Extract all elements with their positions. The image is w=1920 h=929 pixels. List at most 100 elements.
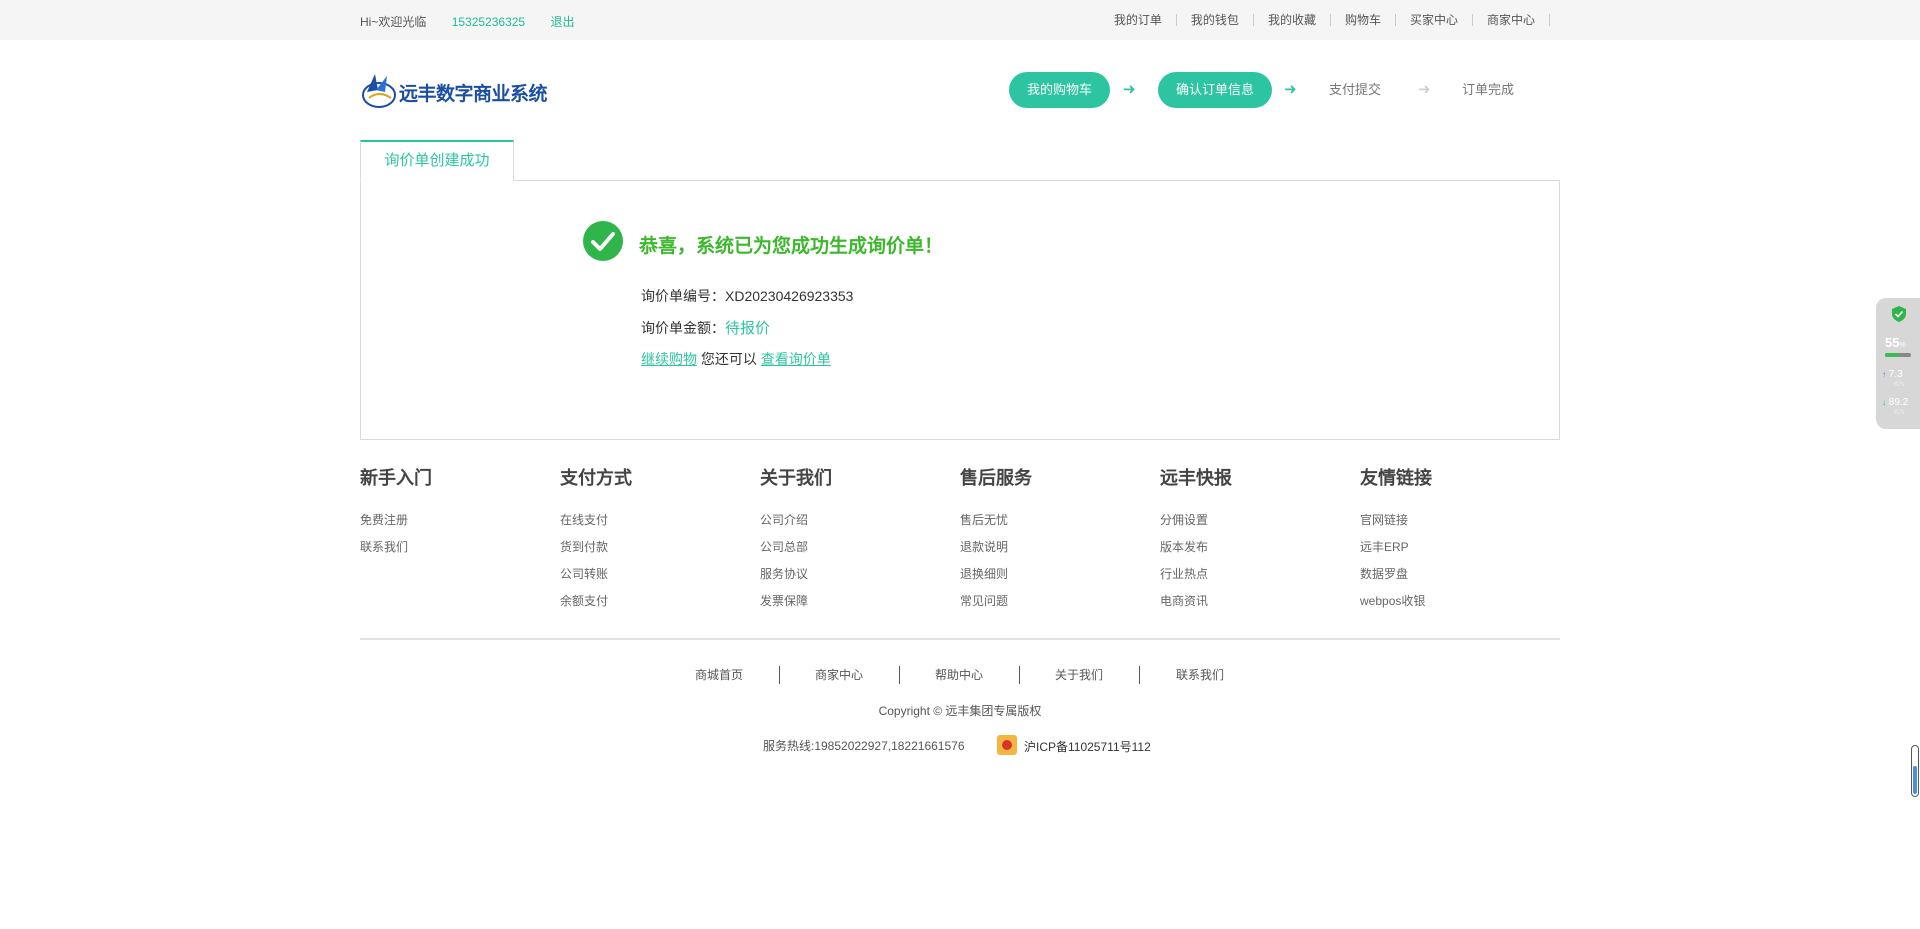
inquiry-amount-row: 询价单金额：待报价 xyxy=(641,317,770,338)
shield-icon xyxy=(1892,306,1906,322)
police-badge-icon xyxy=(997,735,1017,755)
footer-column-title: 远丰快报 xyxy=(1160,468,1232,488)
memory-bar xyxy=(1885,353,1911,357)
download-speed-value: 89.2 xyxy=(1888,397,1909,408)
footer-link[interactable]: 电商资讯 xyxy=(1160,592,1208,609)
footer-link[interactable]: 货到付款 xyxy=(560,538,608,555)
footer-column-payment: 支付方式 在线支付 货到付款 公司转账 余额支付 xyxy=(560,464,740,608)
footer-link[interactable]: 数据罗盘 xyxy=(1360,565,1408,582)
footer-column-friend-links: 友情链接 官网链接 远丰ERP 数据罗盘 webpos收银 xyxy=(1360,464,1540,608)
bottom-link-separator xyxy=(1139,666,1140,684)
top-bar-left: Hi~欢迎光临 15325236325 退出 xyxy=(360,13,574,30)
copyright-text: Copyright © 远丰集团专属版权 xyxy=(878,704,1042,718)
next-actions-text: 您还可以 xyxy=(700,351,757,367)
inquiry-amount: 待报价 xyxy=(725,320,771,337)
success-title: 恭喜，系统已为您成功生成询价单！ xyxy=(639,236,944,257)
logout-link[interactable]: 退出 xyxy=(550,15,574,29)
upload-arrow-icon: ↑ xyxy=(1882,370,1886,379)
cart-link[interactable]: 购物车 xyxy=(1331,14,1396,26)
bottom-link-separator xyxy=(779,666,780,684)
footer-link[interactable]: 官网链接 xyxy=(1360,511,1408,528)
step-confirm-order: 确认订单信息 xyxy=(1158,72,1272,108)
bottom-link-separator xyxy=(1019,666,1020,684)
upload-speed: ↑ 7.3 K/s xyxy=(1882,370,1904,390)
my-favorites-link[interactable]: 我的收藏 xyxy=(1254,14,1331,26)
my-orders-link[interactable]: 我的订单 xyxy=(1100,14,1177,26)
bottom-link-about[interactable]: 关于我们 xyxy=(1055,666,1103,683)
footer-link[interactable]: 版本发布 xyxy=(1160,538,1208,555)
footer-column-about: 关于我们 公司介绍 公司总部 服务协议 发票保障 xyxy=(760,464,940,608)
logo-text: 远丰数字商业系统 xyxy=(399,84,548,105)
top-bar-links: 我的订单 我的钱包 我的收藏 购物车 买家中心 商家中心 xyxy=(1100,13,1550,27)
footer-link[interactable]: 免费注册 xyxy=(360,511,408,528)
footer-link[interactable]: 分佣设置 xyxy=(1160,511,1208,528)
memory-percent-value: 55 xyxy=(1885,335,1900,350)
scrollbar-thumb[interactable] xyxy=(1911,745,1919,797)
site-logo[interactable]: 远丰数字商业系统 xyxy=(361,70,548,110)
footer-column-title: 新手入门 xyxy=(360,468,432,488)
footer-link[interactable]: 发票保障 xyxy=(760,592,808,609)
inquiry-number-label: 询价单编号： xyxy=(641,288,725,304)
footer-column-news: 远丰快报 分佣设置 版本发布 行业热点 电商资讯 xyxy=(1160,464,1340,608)
footer-link[interactable]: 余额支付 xyxy=(560,592,608,609)
memory-percent: 55% xyxy=(1885,335,1906,350)
user-phone[interactable]: 15325236325 xyxy=(452,15,525,29)
footer-link[interactable]: 服务协议 xyxy=(760,565,808,582)
footer-divider xyxy=(360,638,1560,640)
footer-link[interactable]: webpos收银 xyxy=(1360,592,1425,609)
footer-link[interactable]: 行业热点 xyxy=(1160,565,1208,582)
footer-link[interactable]: 联系我们 xyxy=(360,538,408,555)
icp-number: 沪ICP备11025711号112 xyxy=(1024,740,1151,754)
bottom-link-home[interactable]: 商城首页 xyxy=(695,666,743,683)
download-speed-unit: K/s xyxy=(1894,409,1905,416)
footer-link[interactable]: 公司总部 xyxy=(760,538,808,555)
footer-link[interactable]: 售后无忧 xyxy=(960,511,1008,528)
step-arrow-icon: ➜ xyxy=(1284,81,1297,98)
footer-link[interactable]: 退换细则 xyxy=(960,565,1008,582)
footer-column-title: 关于我们 xyxy=(760,468,832,488)
footer-link[interactable]: 常见问题 xyxy=(960,592,1008,609)
footer-link[interactable]: 退款说明 xyxy=(960,538,1008,555)
footer-column-title: 友情链接 xyxy=(1360,468,1432,488)
download-arrow-icon: ↓ xyxy=(1882,398,1886,407)
footer-column-title: 售后服务 xyxy=(960,468,1032,488)
bottom-link-contact[interactable]: 联系我们 xyxy=(1176,666,1224,683)
step-arrow-icon: ➜ xyxy=(1123,81,1136,98)
result-panel xyxy=(360,180,1560,440)
seller-center-link[interactable]: 商家中心 xyxy=(1473,14,1550,26)
step-complete: 订单完成 xyxy=(1461,82,1514,97)
footer-link[interactable]: 远丰ERP xyxy=(1360,538,1409,555)
system-monitor-widget[interactable]: 55% ↑ 7.3 K/s ↓ 89.2 K/s xyxy=(1876,298,1920,429)
step-cart: 我的购物车 xyxy=(1009,72,1110,108)
inquiry-number-row: 询价单编号：XD20230426923353 xyxy=(641,286,853,306)
bottom-link-seller-center[interactable]: 商家中心 xyxy=(815,666,863,683)
bottom-nav: 商城首页 商家中心 帮助中心 关于我们 联系我们 xyxy=(660,666,1260,686)
welcome-text: Hi~欢迎光临 xyxy=(360,15,427,29)
step-payment: 支付提交 xyxy=(1328,82,1381,97)
inquiry-number: XD20230426923353 xyxy=(725,288,854,304)
bottom-link-separator xyxy=(899,666,900,684)
tab-inquiry-created[interactable]: 询价单创建成功 xyxy=(360,140,514,181)
success-check-icon xyxy=(583,221,623,261)
buyer-center-link[interactable]: 买家中心 xyxy=(1396,14,1473,26)
step-arrow-icon: ➜ xyxy=(1418,81,1431,98)
footer-column-after-sales: 售后服务 售后无忧 退款说明 退换细则 常见问题 xyxy=(960,464,1140,608)
inquiry-amount-label: 询价单金额： xyxy=(641,320,725,336)
download-speed: ↓ 89.2 K/s xyxy=(1882,398,1908,418)
top-bar: Hi~欢迎光临 15325236325 退出 我的订单 我的钱包 我的收藏 购物车 买家… xyxy=(0,0,1920,40)
footer-link[interactable]: 在线支付 xyxy=(560,511,608,528)
memory-bar-fill xyxy=(1885,353,1900,357)
upload-speed-value: 7.3 xyxy=(1888,369,1903,380)
logo-mark-icon xyxy=(362,74,396,108)
footer-column-newbie: 新手入门 免费注册 联系我们 xyxy=(360,464,540,554)
service-hotline: 服务热线:19852022927,18221661576 xyxy=(763,739,965,753)
memory-percent-unit: % xyxy=(1899,342,1906,349)
my-wallet-link[interactable]: 我的钱包 xyxy=(1177,14,1254,26)
footer-link[interactable]: 公司介绍 xyxy=(760,511,808,528)
footer-link[interactable]: 公司转账 xyxy=(560,565,608,582)
bottom-link-help[interactable]: 帮助中心 xyxy=(935,666,983,683)
next-actions-row: 继续购物 您还可以 查看询价单 xyxy=(641,349,831,369)
continue-shopping-link[interactable]: 继续购物 xyxy=(641,351,697,367)
view-inquiry-link[interactable]: 查看询价单 xyxy=(761,351,831,367)
upload-speed-unit: K/s xyxy=(1894,381,1905,388)
